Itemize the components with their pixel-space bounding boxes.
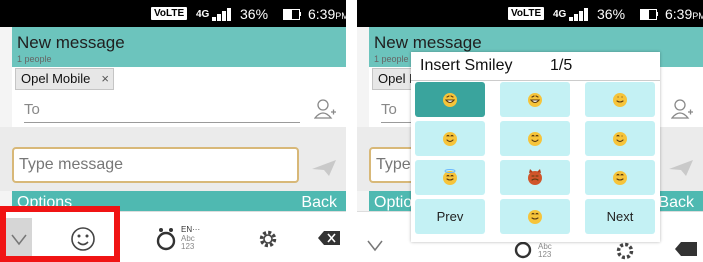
battery-icon	[640, 9, 657, 20]
page-title: New message	[374, 33, 482, 52]
numbers-label: 123	[181, 242, 195, 251]
smiley-option[interactable]	[500, 82, 570, 117]
smiley-option[interactable]	[585, 160, 655, 195]
smiley-option[interactable]	[500, 160, 570, 195]
smiley-option[interactable]	[415, 121, 485, 156]
next-label: Next	[606, 209, 634, 224]
backspace-icon[interactable]	[675, 242, 697, 256]
to-field[interactable]: To	[12, 94, 346, 127]
prev-button[interactable]: Prev	[415, 199, 485, 234]
page-indicator: 1/5	[550, 57, 573, 74]
network-type: 4G	[196, 9, 210, 20]
input-method-icon[interactable]	[512, 240, 534, 260]
to-placeholder: To	[381, 101, 397, 118]
battery-icon	[283, 9, 300, 20]
angel-smiley-icon	[443, 169, 457, 185]
highlight-box	[0, 206, 120, 262]
wink-smiley-icon	[613, 132, 627, 146]
recipient-chip[interactable]: Opel Mobile ×	[15, 68, 114, 90]
prev-label: Prev	[436, 209, 464, 224]
clock: 6:39PM	[665, 6, 703, 22]
devil-smiley-icon	[528, 169, 542, 185]
dialog-title: Insert Smiley	[420, 57, 513, 74]
smiley-option[interactable]	[415, 160, 485, 195]
signal-icon	[569, 8, 593, 21]
back-button[interactable]: Back	[658, 194, 694, 212]
volte-badge: VoLTE	[151, 7, 188, 20]
battery-percent: 36%	[597, 6, 626, 22]
happy-smiley-icon	[528, 132, 542, 146]
smiley-option[interactable]	[500, 199, 570, 234]
smile-smiley-icon	[613, 93, 627, 107]
next-button[interactable]: Next	[585, 199, 655, 234]
to-placeholder: To	[24, 101, 40, 118]
message-input[interactable]: Type message	[12, 147, 299, 183]
phone-screen-left: VoLTE 4G 36% 6:39PM New message 1 people…	[0, 0, 346, 262]
blush-smiley-icon	[443, 132, 457, 146]
settings-gear-icon[interactable]	[614, 240, 636, 262]
laughing-smiley-icon	[443, 93, 457, 107]
volte-badge: VoLTE	[508, 7, 545, 20]
signal-icon	[212, 8, 236, 21]
people-count: 1 people	[374, 54, 409, 64]
numbers-label: 123	[538, 250, 552, 259]
smiley-option[interactable]	[415, 82, 485, 117]
status-bar: VoLTE 4G 36% 6:39PM	[0, 0, 346, 27]
network-type: 4G	[553, 9, 567, 20]
add-contact-icon[interactable]	[671, 98, 693, 120]
input-method-icon[interactable]	[155, 226, 177, 252]
compose-title: New message 1 people	[12, 27, 346, 64]
recipient-chip-label: Opel Mobile	[21, 71, 91, 86]
smiley-option[interactable]	[585, 121, 655, 156]
grinning-smiley-icon	[528, 93, 542, 107]
page-title: New message	[17, 33, 125, 52]
clock: 6:39PM	[308, 6, 346, 22]
cool-smiley-icon	[528, 210, 542, 224]
language-label: EN···	[181, 225, 201, 234]
people-count: 1 people	[17, 54, 52, 64]
back-button[interactable]: Back	[301, 194, 337, 212]
add-contact-icon[interactable]	[314, 98, 336, 120]
battery-percent: 36%	[240, 6, 269, 22]
backspace-icon[interactable]	[318, 231, 340, 245]
status-bar: VoLTE 4G 36% 6:39PM	[357, 0, 703, 27]
settings-gear-icon[interactable]	[257, 228, 279, 250]
remove-recipient-icon[interactable]: ×	[101, 69, 109, 89]
grin-smiley-icon	[613, 171, 627, 185]
send-icon[interactable]	[668, 159, 694, 177]
smiley-option[interactable]	[585, 82, 655, 117]
send-icon[interactable]	[311, 159, 337, 177]
smiley-option[interactable]	[500, 121, 570, 156]
insert-smiley-dialog: Insert Smiley 1/5 Prev Next	[411, 52, 660, 242]
chevron-down-icon[interactable]	[367, 240, 383, 252]
